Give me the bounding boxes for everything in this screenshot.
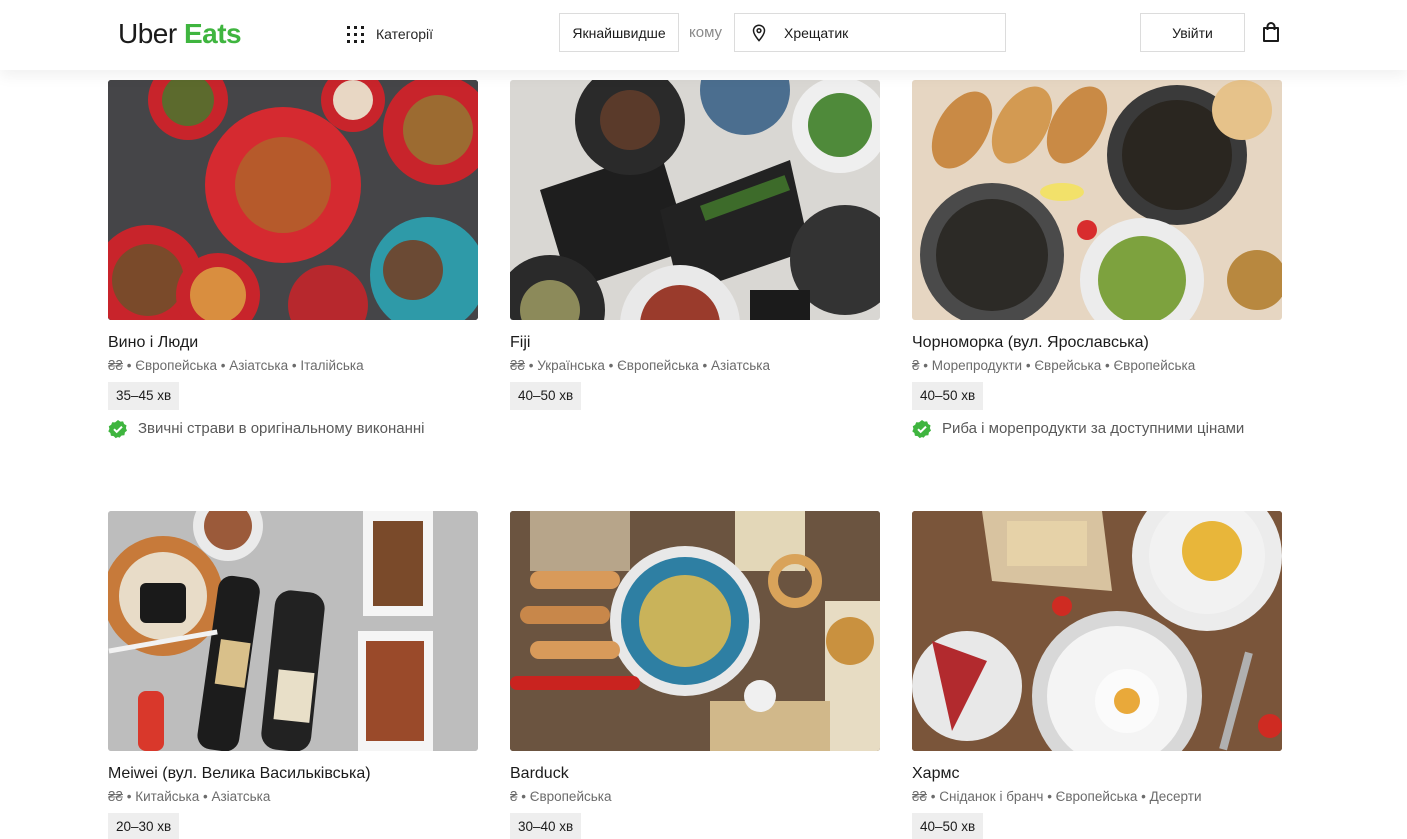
logo-eats-text: Eats — [183, 18, 242, 49]
restaurant-promo: Риба і морепродукти за доступними цінами — [912, 419, 1282, 439]
delivery-eta-badge: 35–45 хв — [108, 382, 180, 410]
restaurant-photo[interactable] — [108, 511, 478, 751]
to-label: кому — [689, 24, 723, 41]
verified-check-icon — [108, 420, 127, 439]
verified-check-icon — [912, 420, 931, 439]
restaurant-meta: ₴ • Морепродукти • Єврейська • Європейсь… — [912, 358, 1196, 373]
categories-label: Категорії — [376, 26, 434, 42]
address-input[interactable] — [784, 24, 984, 41]
promo-text: Риба і морепродукти за доступними цінами — [942, 420, 1245, 437]
top-header: Uber Eats Категорії Якнайшвидше кому Уві… — [0, 0, 1407, 70]
restaurant-meta: ₴ • Європейська — [510, 789, 612, 804]
shopping-bag-icon[interactable] — [1262, 21, 1280, 43]
restaurant-meta: ₴₴ • Українська • Європейська • Азіатськ… — [510, 358, 770, 373]
restaurant-meta: ₴₴ • Китайська • Азіатська — [108, 789, 271, 804]
logo-uber-text: Uber — [118, 18, 177, 49]
delivery-eta-badge: 40–50 хв — [510, 382, 582, 410]
restaurant-meta: ₴₴ • Європейська • Азіатська • Італійськ… — [108, 358, 364, 373]
restaurant-name[interactable]: Meiwei (вул. Велика Васильківська) — [108, 764, 478, 784]
restaurant-name[interactable]: Вино і Люди — [108, 333, 478, 353]
restaurant-photo[interactable] — [510, 511, 880, 751]
uber-eats-logo[interactable]: Uber Eats — [118, 17, 242, 51]
restaurant-card[interactable]: Barduck ₴ • Європейська 30–40 хв — [510, 511, 880, 839]
restaurant-photo[interactable] — [912, 511, 1282, 751]
restaurant-meta: ₴₴ • Сніданок і бранч • Європейська • Де… — [912, 789, 1202, 804]
delivery-time-button[interactable]: Якнайшвидше — [559, 13, 679, 52]
login-button[interactable]: Увійти — [1140, 13, 1245, 52]
restaurant-photo[interactable] — [912, 80, 1282, 320]
restaurant-name[interactable]: Чорноморка (вул. Ярославська) — [912, 333, 1282, 353]
restaurant-card[interactable]: Хармс ₴₴ • Сніданок і бранч • Європейськ… — [912, 511, 1282, 839]
restaurant-photo[interactable] — [510, 80, 880, 320]
restaurant-card[interactable]: Meiwei (вул. Велика Васильківська) ₴₴ • … — [108, 511, 478, 839]
restaurant-promo: Звичні страви в оригінальному виконанні — [108, 419, 478, 439]
restaurant-name[interactable]: Fiji — [510, 333, 880, 353]
promo-text: Звичні страви в оригінальному виконанні — [138, 420, 425, 437]
categories-menu-button[interactable]: Категорії — [347, 22, 433, 46]
restaurant-photo[interactable] — [108, 80, 478, 320]
restaurant-name[interactable]: Barduck — [510, 764, 880, 784]
grid-menu-icon — [347, 25, 364, 43]
restaurant-card[interactable]: Вино і Люди ₴₴ • Європейська • Азіатська… — [108, 80, 478, 439]
address-field[interactable] — [734, 13, 1006, 52]
delivery-eta-badge: 30–40 хв — [510, 813, 582, 839]
delivery-eta-badge: 40–50 хв — [912, 813, 984, 839]
delivery-eta-badge: 40–50 хв — [912, 382, 984, 410]
restaurant-card[interactable]: Чорноморка (вул. Ярославська) ₴ • Морепр… — [912, 80, 1282, 439]
restaurant-card[interactable]: Fiji ₴₴ • Українська • Європейська • Азі… — [510, 80, 880, 410]
restaurant-name[interactable]: Хармс — [912, 764, 1282, 784]
location-pin-icon — [752, 23, 766, 42]
delivery-eta-badge: 20–30 хв — [108, 813, 180, 839]
